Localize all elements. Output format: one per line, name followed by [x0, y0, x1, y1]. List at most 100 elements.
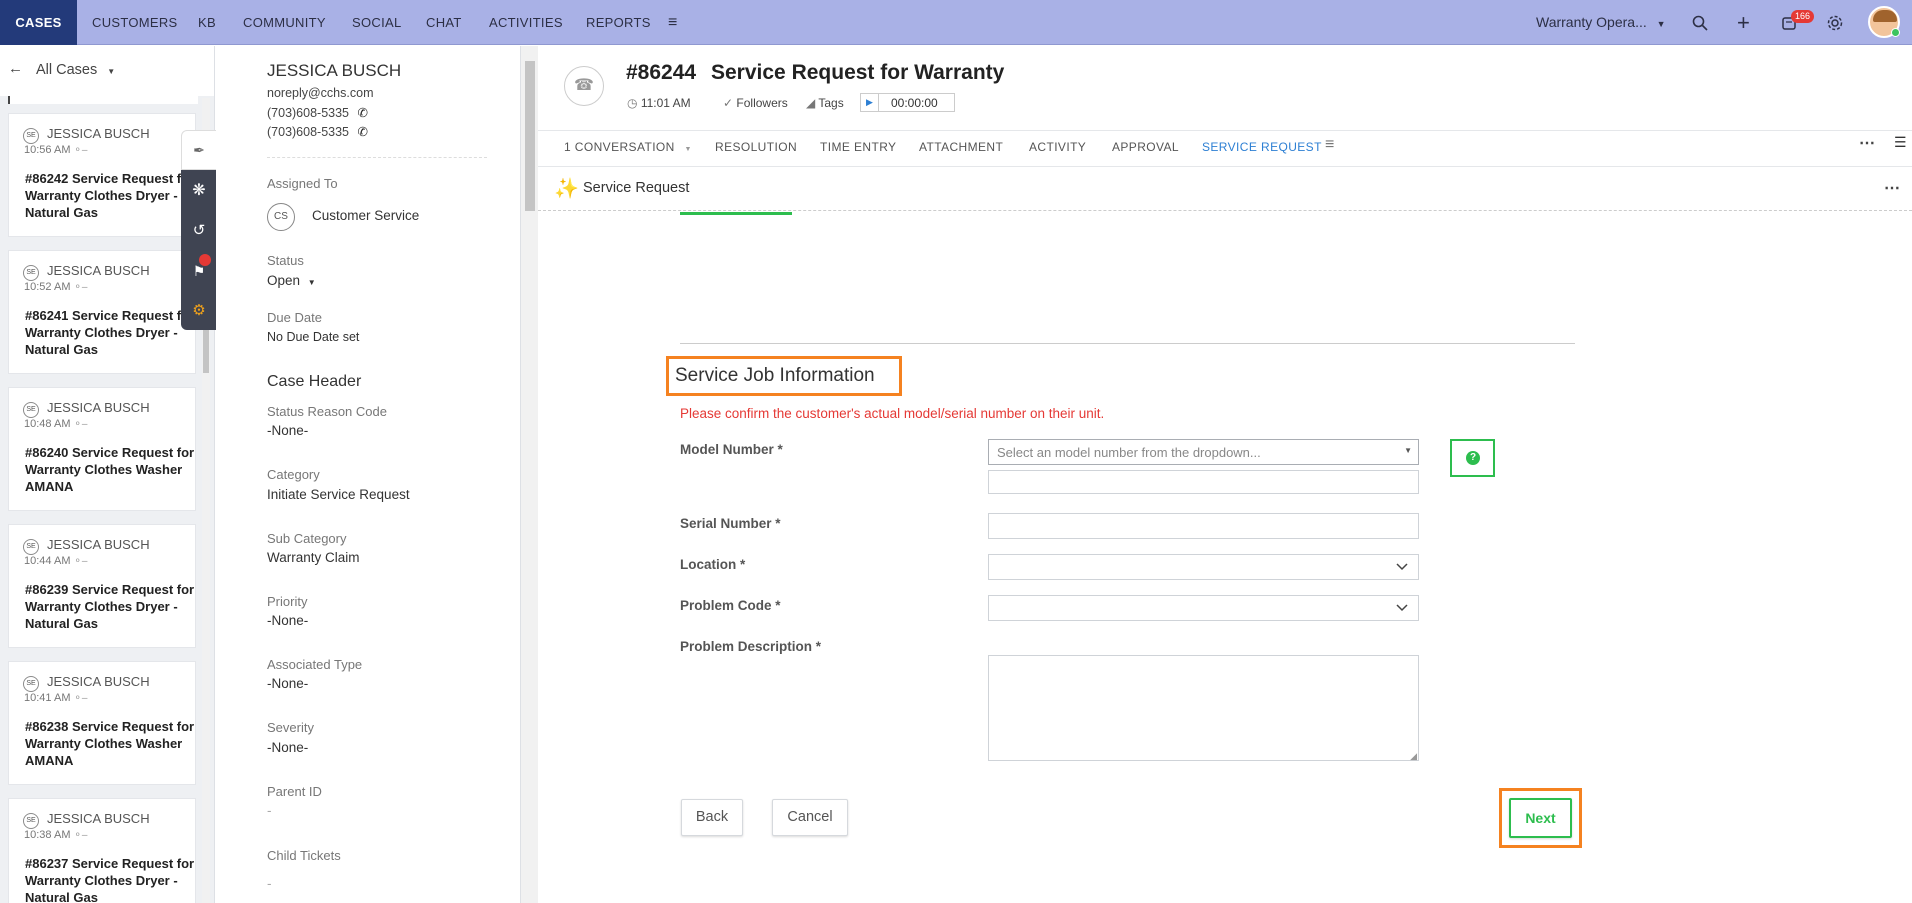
top-nav: CASES CUSTOMERS KB COMMUNITY SOCIAL CHAT… — [0, 0, 1912, 45]
tab-approval[interactable]: APPROVAL — [1112, 140, 1179, 154]
contact-phone-2[interactable]: (703)608-5335 ✆ — [267, 124, 368, 139]
settings-gear-icon[interactable] — [1826, 0, 1844, 45]
category-value[interactable]: Initiate Service Request — [267, 487, 410, 502]
associated-type-value[interactable]: -None- — [267, 676, 308, 691]
add-icon[interactable]: + — [1737, 0, 1750, 45]
play-icon[interactable]: ▶ — [861, 94, 879, 111]
department-selector[interactable]: Warranty Opera... ▼ — [1536, 0, 1666, 45]
back-arrow-icon[interactable]: ← — [8, 60, 23, 77]
panel-more-icon[interactable]: ⋯ — [1884, 178, 1900, 198]
cancel-button[interactable]: Cancel — [772, 799, 848, 836]
scrollbar-thumb[interactable] — [525, 61, 535, 211]
nav-tab-kb[interactable]: KB — [198, 0, 216, 45]
attach-icon[interactable]: ✒ — [181, 130, 217, 170]
case-contact-name: JESSICA BUSCH — [47, 400, 150, 415]
case-card[interactable]: SE JESSICA BUSCH 10:38 AM ⚬– #86237 Serv… — [8, 798, 196, 903]
nav-tab-community[interactable]: COMMUNITY — [243, 0, 326, 45]
back-button[interactable]: Back — [681, 799, 743, 836]
nav-tab-customers[interactable]: CUSTOMERS — [92, 0, 178, 45]
case-card[interactable]: SE JESSICA BUSCH 10:44 AM ⚬– #86239 Serv… — [8, 524, 196, 648]
nav-tab-activities[interactable]: ACTIVITIES — [489, 0, 563, 45]
case-card[interactable]: SE JESSICA BUSCH 10:48 AM ⚬– #86240 Serv… — [8, 387, 196, 511]
contact-phone-1[interactable]: (703)608-5335 ✆ — [267, 105, 368, 120]
eye-off-icon: ⚬– — [73, 556, 88, 567]
tab-service-request[interactable]: SERVICE REQUEST — [1202, 140, 1322, 154]
ticket-time-text: 11:01 AM — [640, 96, 691, 110]
case-time-text: 10:44 AM — [24, 555, 71, 567]
location-select[interactable] — [988, 554, 1419, 580]
contact-panel-scrollbar[interactable] — [521, 46, 538, 903]
nav-tab-cases[interactable]: CASES — [0, 0, 77, 45]
followers-link[interactable]: ✓ Followers — [723, 96, 788, 110]
problem-code-select[interactable] — [988, 595, 1419, 621]
contact-avatar: SE — [23, 813, 39, 829]
case-title: #86237 Service Request for Warranty Clot… — [25, 856, 195, 903]
case-time: 10:44 AM ⚬– — [24, 555, 88, 567]
nav-tab-chat[interactable]: CHAT — [426, 0, 462, 45]
nav-tab-reports[interactable]: REPORTS — [586, 0, 651, 45]
tab-activity[interactable]: ACTIVITY — [1029, 140, 1086, 154]
contact-avatar: SE — [23, 265, 39, 281]
nav-tab-social[interactable]: SOCIAL — [352, 0, 401, 45]
priority-value[interactable]: -None- — [267, 613, 308, 628]
timer-value: 00:00:00 — [891, 96, 938, 110]
workflow-icon[interactable]: ⚙ — [181, 292, 217, 330]
case-contact-name: JESSICA BUSCH — [47, 263, 150, 278]
contact-email[interactable]: noreply@cchs.com — [267, 86, 373, 100]
help-button[interactable]: ? — [1450, 439, 1495, 477]
case-contact-name: JESSICA BUSCH — [47, 537, 150, 552]
status-reason-value[interactable]: -None- — [267, 423, 308, 438]
case-card[interactable]: SE JESSICA BUSCH 10:41 AM ⚬– #86238 Serv… — [8, 661, 196, 785]
resize-handle-icon[interactable]: ◢ — [1410, 751, 1417, 762]
parent-id-value[interactable]: - — [267, 803, 272, 818]
case-time: 10:56 AM ⚬– — [24, 144, 88, 156]
next-button[interactable]: Next — [1509, 798, 1572, 838]
case-time-text: 10:41 AM — [24, 692, 71, 704]
chevron-down-icon: ▼ — [1656, 19, 1666, 29]
nav-more-icon[interactable]: ≡ — [668, 0, 678, 45]
tab-time-entry[interactable]: TIME ENTRY — [820, 140, 896, 154]
case-card[interactable]: SE JESSICA BUSCH 10:56 AM ⚬– #86242 Serv… — [8, 113, 196, 237]
due-date-value[interactable]: No Due Date set — [267, 330, 359, 344]
timer-control[interactable]: ▶ 00:00:00 — [860, 93, 955, 112]
case-header-title: Case Header — [267, 373, 362, 390]
assigned-to-value[interactable]: Customer Service — [312, 208, 419, 223]
problem-description-textarea[interactable]: ◢ — [988, 655, 1419, 761]
child-tickets-value[interactable]: - — [267, 876, 272, 891]
case-card[interactable]: SE JESSICA BUSCH 10:52 AM ⚬– #86241 Serv… — [8, 250, 196, 374]
divider — [267, 157, 487, 158]
eye-off-icon: ⚬– — [73, 419, 88, 430]
tabs-more-icon[interactable]: ≡ — [1325, 136, 1334, 154]
sub-category-value[interactable]: Warranty Claim — [267, 550, 360, 565]
tab-conversation-label: 1 CONVERSATION — [564, 140, 675, 154]
tags-link[interactable]: ◢ Tags — [806, 96, 844, 110]
serial-number-input[interactable] — [988, 513, 1419, 539]
model-number-select[interactable]: Select an model number from the dropdown… — [988, 439, 1419, 465]
ticket-number: #86244 — [626, 61, 697, 84]
model-number-input[interactable] — [988, 470, 1419, 494]
search-icon[interactable] — [1692, 0, 1708, 45]
model-number-placeholder: Select an model number from the dropdown… — [997, 445, 1261, 460]
phone-icon[interactable]: ✆ — [358, 125, 368, 139]
tab-attachment[interactable]: ATTACHMENT — [919, 140, 1003, 154]
layers-icon[interactable]: ☰ — [1894, 134, 1907, 151]
all-cases-label: All Cases — [36, 62, 98, 78]
bug-icon[interactable]: ❋ — [181, 172, 217, 210]
history-icon[interactable]: ↺ — [181, 212, 217, 250]
tab-resolution[interactable]: RESOLUTION — [715, 140, 797, 154]
status-dropdown[interactable]: Open ▼ — [267, 273, 316, 288]
status-label: Status — [267, 253, 304, 268]
tab-conversation[interactable]: 1 CONVERSATION ▼ — [564, 140, 692, 154]
severity-value[interactable]: -None- — [267, 740, 308, 755]
assignee-avatar: CS — [267, 203, 295, 231]
serial-number-label: Serial Number * — [680, 516, 781, 531]
service-job-heading: Service Job Information — [675, 365, 875, 386]
department-name: Warranty Opera... — [1536, 14, 1647, 30]
more-options-icon[interactable]: ⋯ — [1859, 133, 1875, 153]
ticket-subject[interactable]: Service Request for Warranty — [711, 61, 1004, 85]
phone-icon[interactable]: ✆ — [358, 106, 368, 120]
problem-code-label: Problem Code * — [680, 598, 781, 613]
all-cases-dropdown[interactable]: All Cases ▼ — [36, 62, 115, 78]
case-title: #86241 Service Request for Warranty Clot… — [25, 308, 195, 357]
user-avatar[interactable] — [1868, 6, 1900, 38]
